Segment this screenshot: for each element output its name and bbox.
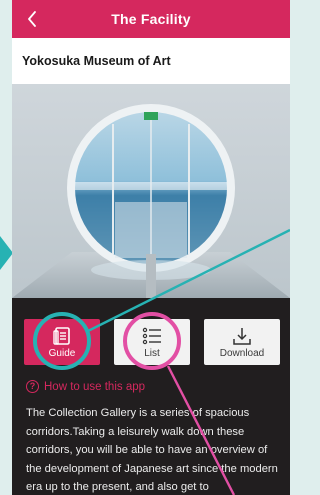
facility-photo [12,84,290,298]
guide-book-icon [53,327,70,345]
facility-name: Yokosuka Museum of Art [22,54,171,68]
facility-description: The Collection Gallery is a series of sp… [26,407,278,493]
how-to-use-label: How to use this app [44,380,146,393]
download-icon [233,328,251,345]
app-screenshot: The Facility Yokosuka Museum of Art Guid… [0,0,290,495]
list-button-label: List [144,348,160,359]
list-button[interactable]: List [114,319,190,365]
action-buttons: Guide List Download [12,319,290,365]
facility-name-bar: Yokosuka Museum of Art [12,38,290,84]
guide-button-label: Guide [48,348,76,359]
how-to-use-link[interactable]: ? How to use this app [26,380,145,393]
page-title: The Facility [111,11,191,27]
back-button[interactable] [20,7,44,31]
download-button[interactable]: Download [204,319,280,365]
gallery-corridor-illustration [12,84,290,298]
download-button-label: Download [219,348,265,359]
guide-button[interactable]: Guide [24,319,100,365]
list-icon [142,327,161,345]
question-circle-icon: ? [26,380,39,393]
chevron-left-icon [28,11,36,27]
top-bar: The Facility [12,0,290,38]
phone-screen: The Facility Yokosuka Museum of Art Guid… [12,0,290,495]
